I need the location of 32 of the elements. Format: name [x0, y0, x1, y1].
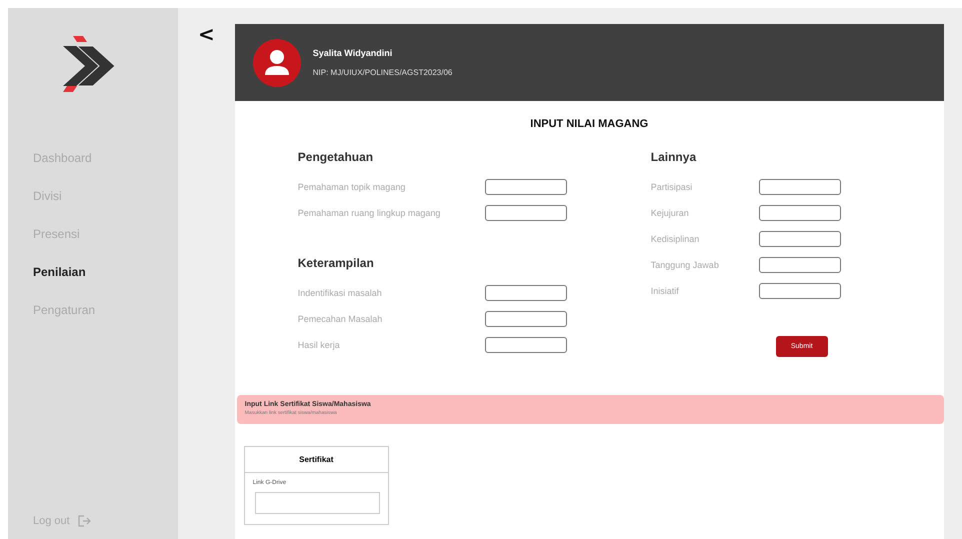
input-field[interactable] [484, 285, 567, 301]
input-field[interactable] [758, 231, 841, 247]
input-field[interactable] [484, 311, 567, 327]
field-label: Pemahaman ruang lingkup magang [298, 208, 442, 218]
input-field[interactable] [484, 179, 567, 195]
input-field[interactable] [758, 205, 841, 221]
section-heading: Keterampilan [298, 256, 375, 272]
field-label: Kedisiplinan [650, 234, 700, 244]
sidebar-item[interactable]: Penilaian [33, 264, 178, 280]
field-label: Hasil kerja [298, 340, 341, 350]
page-title: INPUT NILAI MAGANG [529, 118, 650, 130]
back-button[interactable]: < [198, 24, 215, 44]
field-label: Tanggung Jawab [650, 260, 720, 270]
field-label: Indentifikasi masalah [298, 288, 383, 298]
input-field[interactable] [758, 179, 841, 195]
field-label: Pemecahan Masalah [298, 314, 384, 324]
field-label: Inisiatif [650, 286, 680, 296]
input-field[interactable] [758, 283, 841, 299]
input-field[interactable] [484, 337, 567, 353]
field-label: Partisipasi [650, 182, 694, 192]
field-label: Kejujuran [650, 208, 690, 218]
input-field[interactable] [484, 205, 567, 221]
input-field[interactable] [758, 257, 841, 273]
profile-name: Syalita Widyandini [312, 48, 394, 58]
card-title: Sertifikat [244, 447, 388, 473]
logout-icon [78, 515, 91, 527]
field-label: Pemahaman topik magang [298, 182, 406, 192]
profile-nip: NIP: MJ/UIUX/POLINES/AGST2023/06 [312, 68, 452, 77]
input-field[interactable] [254, 492, 380, 514]
section-heading: Pengetahuan [298, 150, 374, 166]
section-heading: Lainnya [650, 150, 698, 166]
avatar-icon [252, 38, 301, 86]
